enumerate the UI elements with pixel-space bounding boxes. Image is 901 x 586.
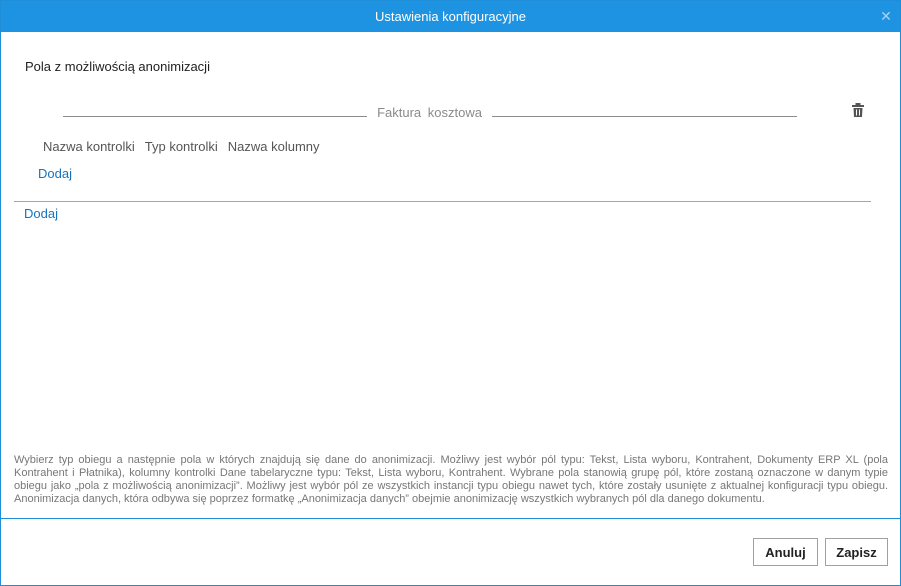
group-separator-right [492,116,797,117]
section-heading: Pola z możliwością anonimizacji [25,59,210,74]
divider [14,201,871,202]
cancel-button[interactable]: Anuluj [753,538,818,566]
group-separator-left [63,116,367,117]
help-description: Wybierz typ obiegu a następnie pola w kt… [14,454,888,505]
column-headers: Nazwa kontrolki Typ kontrolki Nazwa kolumn… [43,139,330,154]
dialog-title: Ustawienia konfiguracyjne [374,9,527,24]
add-group-link[interactable]: Dodaj [24,206,58,221]
column-header-control-type: Typ kontrolki [144,139,218,154]
footer-separator [1,518,900,519]
close-icon[interactable]: ✕ [878,7,894,25]
title-bar: Ustawienia konfiguracyjne ✕ [1,1,900,32]
group-name: Faktura kosztowa [377,105,482,120]
save-button[interactable]: Zapisz [825,538,888,566]
add-field-link[interactable]: Dodaj [38,166,72,181]
config-dialog: Ustawienia konfiguracyjne ✕ Pola z możli… [0,0,901,586]
trash-icon[interactable] [851,102,865,118]
column-header-column-name: Nazwa kolumny [227,139,320,154]
column-header-control-name: Nazwa kontrolki [43,139,135,154]
